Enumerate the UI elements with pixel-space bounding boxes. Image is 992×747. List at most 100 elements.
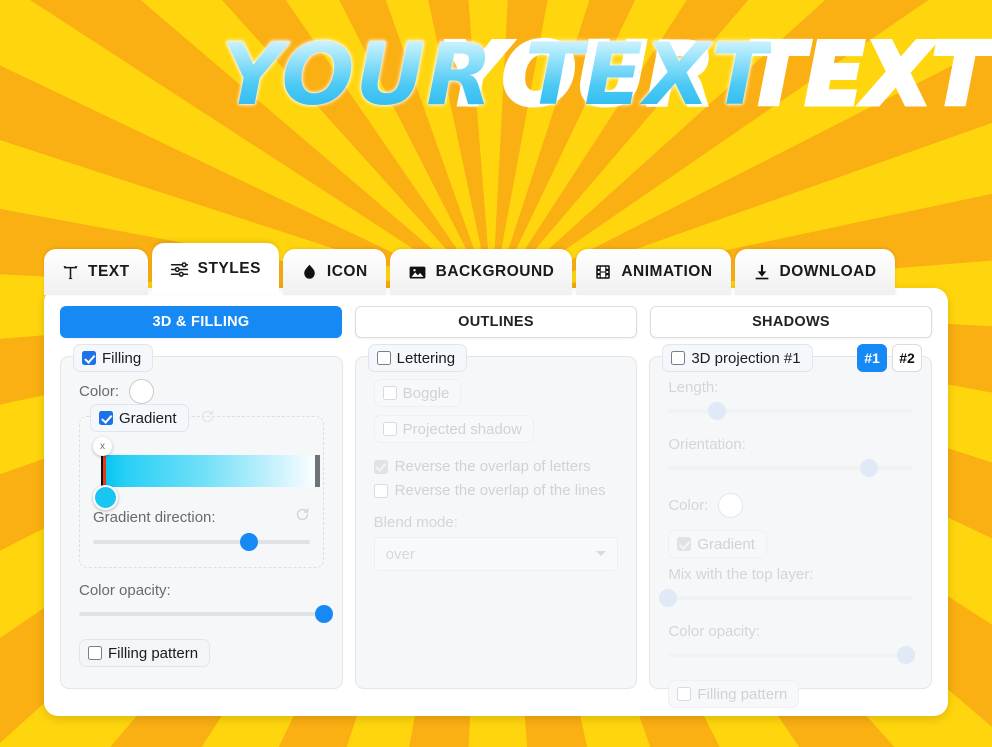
projection-opacity-slider[interactable]	[668, 644, 915, 666]
boggle-checkbox[interactable]	[382, 386, 397, 400]
tab-text[interactable]: TEXT	[44, 249, 148, 295]
projection-color-swatch[interactable]	[718, 493, 744, 518]
reverse-letters-label: Reverse the overlap of letters	[394, 458, 591, 475]
reverse-lines-row[interactable]: Reverse the overlap of the lines	[373, 482, 619, 499]
gradient-direction-reset-icon[interactable]	[295, 507, 310, 527]
lettering-panel: Lettering Boggle Projected shadow Revers…	[354, 344, 638, 689]
filling-opacity-track[interactable]	[79, 612, 324, 616]
projection-pattern-checkbox[interactable]	[677, 687, 692, 701]
projection-opacity-thumb[interactable]	[896, 646, 915, 664]
flame-icon	[301, 263, 318, 281]
projection-length-track[interactable]	[668, 409, 914, 413]
filling-color-label: Color:	[79, 383, 120, 400]
download-icon	[753, 263, 771, 281]
gradient-direction-thumb[interactable]	[240, 533, 258, 551]
lettering-toggle[interactable]: Lettering	[367, 344, 468, 372]
gradient-checkbox[interactable]	[99, 411, 113, 425]
subtab-3d-filling[interactable]: 3D & FILLING	[60, 306, 342, 338]
tab-icon-label: ICON	[326, 263, 368, 280]
blend-mode-value: over	[385, 545, 415, 563]
projection-label: 3D projection #1	[691, 349, 801, 367]
blend-mode-select[interactable]: over	[373, 537, 619, 571]
projection-toggle[interactable]: 3D projection #1	[662, 344, 813, 372]
lettering-label: Lettering	[396, 349, 456, 367]
tab-icon[interactable]: ICON	[282, 249, 386, 295]
projection-mix-thumb[interactable]	[659, 589, 678, 607]
projection-orientation-thumb[interactable]	[859, 459, 878, 477]
tab-download[interactable]: DOWNLOAD	[734, 249, 895, 295]
gradient-stop-right[interactable]	[315, 455, 320, 487]
reverse-lines-checkbox[interactable]	[373, 483, 388, 498]
filling-label: Filling	[102, 349, 142, 367]
projection-gradient-checkbox[interactable]	[677, 537, 692, 551]
filling-color-row: Color:	[79, 379, 324, 404]
projection-checkbox[interactable]	[671, 351, 686, 365]
boggle-label: Boggle	[402, 384, 450, 402]
projected-shadow-toggle[interactable]: Projected shadow	[373, 415, 534, 443]
projection-index-1[interactable]: #1	[857, 344, 888, 372]
gradient-direction-row: Gradient direction:	[93, 507, 310, 527]
tab-animation[interactable]: ANIMATION	[576, 249, 731, 295]
gradient-direction-track[interactable]	[93, 540, 310, 544]
filling-toggle[interactable]: Filling	[73, 344, 154, 372]
projection-orientation-label: Orientation:	[668, 436, 746, 453]
projection-opacity-track[interactable]	[668, 653, 914, 657]
projection-gradient-label: Gradient	[697, 535, 755, 553]
projection-index-buttons: #1 #2	[857, 344, 923, 372]
projection-pattern-toggle[interactable]: Filling pattern	[668, 680, 800, 708]
projection-index-2[interactable]: #2	[892, 344, 923, 372]
sliders-icon	[170, 260, 189, 279]
projection-opacity-label: Color opacity:	[668, 623, 761, 640]
reverse-letters-row[interactable]: Reverse the overlap of letters	[373, 458, 619, 475]
film-icon	[594, 263, 612, 281]
tab-download-label: DOWNLOAD	[779, 263, 877, 280]
projection-gradient-toggle[interactable]: Gradient	[668, 530, 767, 558]
filling-checkbox[interactable]	[82, 351, 96, 365]
projection-mix-track[interactable]	[668, 596, 914, 600]
gradient-direction-label: Gradient direction:	[93, 508, 216, 526]
gradient-label: Gradient	[119, 409, 177, 427]
filling-opacity-label: Color opacity:	[79, 582, 171, 599]
projection-mix-label: Mix with the top layer:	[668, 566, 814, 583]
projection-panel: 3D projection #1 #1 #2 Length: Orientati…	[649, 344, 933, 708]
gradient-editor[interactable]: x	[93, 437, 320, 510]
tab-styles[interactable]: STYLES	[151, 243, 279, 295]
reverse-letters-checkbox[interactable]	[373, 459, 388, 474]
gradient-stop-handle[interactable]	[93, 485, 118, 510]
tab-background-label: BACKGROUND	[435, 263, 555, 280]
filling-pattern-checkbox[interactable]	[88, 646, 102, 660]
gradient-direction-slider[interactable]	[93, 531, 310, 553]
image-icon	[408, 263, 427, 282]
filling-color-swatch[interactable]	[129, 379, 155, 404]
projection-mix-slider[interactable]	[659, 587, 914, 609]
tab-animation-label: ANIMATION	[621, 263, 713, 280]
filling-opacity-thumb[interactable]	[314, 605, 333, 623]
projected-shadow-checkbox[interactable]	[382, 422, 397, 436]
projection-length-label: Length:	[668, 379, 719, 396]
filling-pattern-toggle[interactable]: Filling pattern	[79, 639, 211, 667]
projection-length-thumb[interactable]	[708, 402, 727, 420]
subtab-outlines[interactable]: OUTLINES	[355, 306, 637, 338]
reverse-lines-label: Reverse the overlap of the lines	[394, 482, 606, 499]
gradient-reset-icon[interactable]	[200, 409, 215, 429]
filling-panel: Filling Color: Gradient x Gradient direc…	[60, 344, 343, 689]
lettering-checkbox[interactable]	[376, 351, 391, 365]
projection-pattern-label: Filling pattern	[697, 685, 788, 703]
gradient-toggle[interactable]: Gradient	[90, 404, 189, 432]
gradient-stop-delete-button[interactable]: x	[93, 437, 112, 456]
subtab-shadows[interactable]: SHADOWS	[650, 306, 932, 338]
gradient-stop-left[interactable]	[101, 455, 106, 487]
tab-text-label: TEXT	[88, 263, 130, 280]
chevron-down-icon	[596, 551, 607, 556]
projection-length-slider[interactable]	[668, 400, 914, 422]
boggle-toggle[interactable]: Boggle	[373, 379, 462, 407]
blend-mode-label: Blend mode:	[373, 514, 458, 531]
gradient-subgroup: Gradient x Gradient direction:	[79, 404, 324, 568]
projected-shadow-label: Projected shadow	[402, 420, 522, 438]
gradient-bar[interactable]	[101, 455, 319, 487]
tab-background[interactable]: BACKGROUND	[389, 249, 573, 295]
projection-orientation-slider[interactable]	[668, 457, 914, 479]
tab-styles-label: STYLES	[197, 260, 261, 277]
projection-color-row: Color:	[668, 493, 913, 518]
filling-opacity-slider[interactable]	[79, 603, 333, 625]
